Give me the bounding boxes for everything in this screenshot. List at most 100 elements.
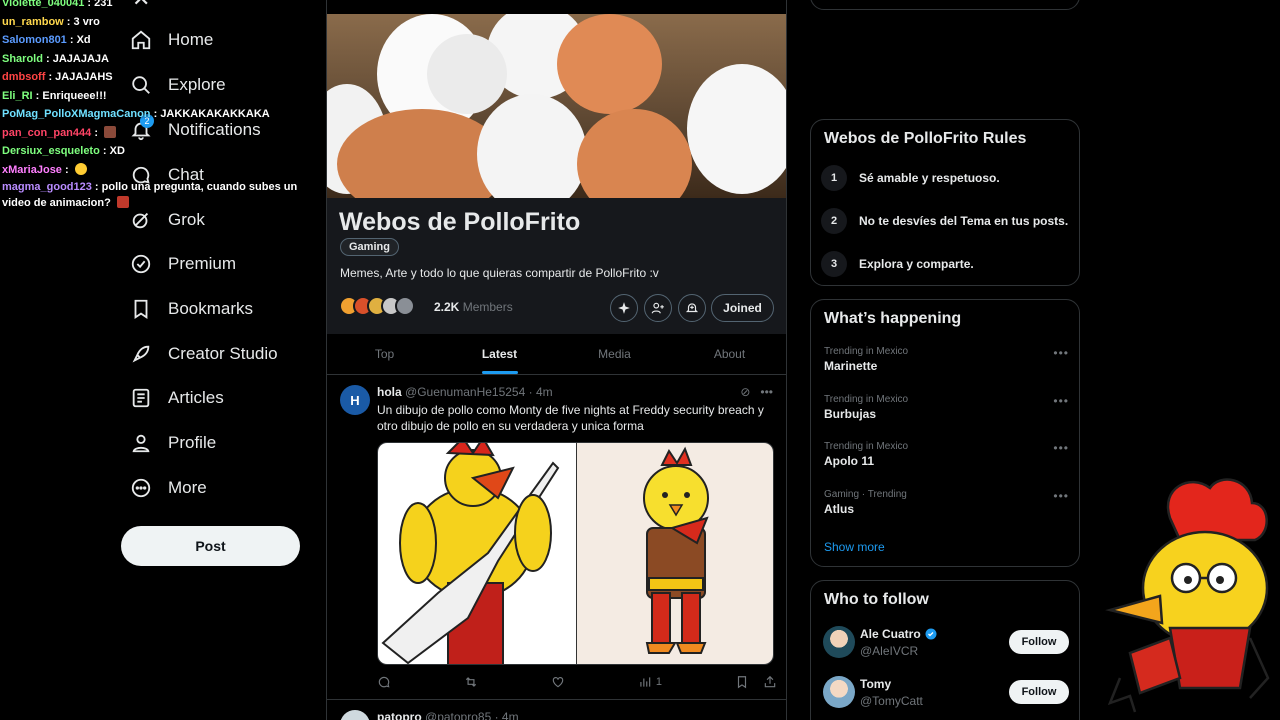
chat-message: PoMag_PolloXMagmaCanon : JAKKAKAKAKKAKA bbox=[2, 108, 270, 120]
share-icon[interactable] bbox=[763, 675, 777, 689]
tweet-author-name[interactable]: hola bbox=[377, 385, 402, 399]
follow-button[interactable]: Follow bbox=[1009, 680, 1069, 704]
tab-media[interactable]: Media bbox=[557, 334, 672, 374]
avatar bbox=[395, 296, 415, 316]
community-header: Webos de PolloFrito Gaming Memes, Arte y… bbox=[327, 198, 786, 334]
bookmark-icon[interactable] bbox=[735, 675, 749, 689]
member-avatars[interactable] bbox=[339, 296, 415, 316]
tweet-handle-time[interactable]: @patopro85 · 4m bbox=[425, 710, 519, 720]
search-box-remnant bbox=[810, 0, 1080, 10]
chat-text: Enriqueee!!! bbox=[42, 89, 107, 102]
more-circle-icon bbox=[131, 478, 151, 498]
trend-item[interactable]: Trending in Mexico Burbujas ••• bbox=[824, 394, 1069, 421]
nav-more[interactable]: More bbox=[120, 468, 207, 508]
like-button[interactable] bbox=[551, 675, 565, 689]
tweet-text: Un dibujo de pollo como Monty de five ni… bbox=[377, 403, 764, 433]
reply-button[interactable] bbox=[377, 675, 391, 689]
chat-message: Dersiux_esqueleto : XD bbox=[2, 145, 125, 157]
article-icon bbox=[132, 388, 150, 408]
more-icon[interactable]: ••• bbox=[760, 385, 773, 399]
rocket-icon bbox=[132, 345, 150, 363]
whats-happening-panel: What’s happening Trending in Mexico Mari… bbox=[810, 299, 1080, 567]
tweet-handle-time[interactable]: @GuenumanHe15254 · 4m bbox=[405, 385, 553, 399]
tweet[interactable]: H hola @GuenumanHe15254 · 4m ⊘ ••• Un di… bbox=[327, 375, 786, 700]
person-icon bbox=[132, 434, 150, 453]
more-icon[interactable]: ••• bbox=[1053, 441, 1069, 455]
tweet[interactable]: patopro @patopro85 · 4m bbox=[327, 700, 786, 720]
rule-number: 3 bbox=[821, 251, 847, 277]
tab-about[interactable]: About bbox=[672, 334, 786, 374]
bell-plus-icon bbox=[685, 303, 699, 313]
views-button[interactable]: 1 bbox=[638, 675, 662, 689]
tab-top[interactable]: Top bbox=[327, 334, 442, 374]
chat-user: un_rambow bbox=[2, 15, 64, 28]
chat-user: PoMag_PolloXMagmaCanon bbox=[2, 108, 151, 120]
grok-icon[interactable]: ⊘ bbox=[740, 385, 750, 399]
follow-suggestion[interactable]: Ale Cuatro @AleIVCR Follow bbox=[823, 626, 1069, 660]
who-to-follow-title: Who to follow bbox=[824, 591, 929, 608]
tweet-image[interactable] bbox=[378, 443, 576, 664]
follow-user-name: Ale Cuatro bbox=[860, 627, 937, 641]
chicken-drawing bbox=[643, 446, 709, 654]
reply-icon bbox=[378, 676, 390, 688]
premium-badge-icon bbox=[131, 254, 151, 274]
stream-chat-overlay: Violette_040041 : 231 un_rambow : 3 vro … bbox=[2, 0, 332, 211]
tab-latest[interactable]: Latest bbox=[442, 334, 557, 374]
community-description: Memes, Arte y todo lo que quieras compar… bbox=[340, 266, 659, 280]
rules-title: Webos de PolloFrito Rules bbox=[824, 130, 1027, 147]
chicken-mascot-overlay bbox=[1105, 478, 1270, 713]
nav-creator-studio[interactable]: Creator Studio bbox=[120, 334, 278, 374]
rule-item: 1 Sé amable y respetuoso. bbox=[821, 165, 1000, 191]
avatar[interactable]: H bbox=[340, 385, 370, 415]
more-icon[interactable]: ••• bbox=[1053, 346, 1069, 360]
chat-message: Salomon801 : Xd bbox=[2, 34, 91, 46]
follow-name-text: Tomy bbox=[860, 677, 892, 691]
trend-item[interactable]: Gaming · Trending Atlus ••• bbox=[824, 489, 1069, 516]
members-count[interactable]: 2.2K Members bbox=[434, 300, 513, 314]
trend-item[interactable]: Trending in Mexico Apolo 11 ••• bbox=[824, 441, 1069, 468]
nav-articles[interactable]: Articles bbox=[120, 378, 224, 418]
main-column: Webos de PolloFrito Gaming Memes, Arte y… bbox=[326, 0, 787, 720]
community-category-tag[interactable]: Gaming bbox=[340, 238, 399, 256]
post-button[interactable]: Post bbox=[121, 526, 300, 566]
emote-icon bbox=[116, 196, 129, 208]
tweet-header: patopro @patopro85 · 4m bbox=[377, 710, 519, 720]
trend-name: Apolo 11 bbox=[824, 454, 875, 468]
more-icon[interactable]: ••• bbox=[1053, 394, 1069, 408]
rule-number: 2 bbox=[821, 208, 847, 234]
nav-bookmarks[interactable]: Bookmarks bbox=[120, 289, 253, 329]
avatar[interactable] bbox=[823, 676, 855, 708]
avatar[interactable] bbox=[340, 710, 370, 720]
rule-number: 1 bbox=[821, 165, 847, 191]
retweet-button[interactable] bbox=[464, 675, 478, 689]
rule-item: 3 Explora y comparte. bbox=[821, 251, 974, 277]
nav-premium[interactable]: Premium bbox=[120, 244, 236, 284]
chat-user: Dersiux_esqueleto bbox=[2, 145, 100, 157]
joined-button[interactable]: Joined bbox=[711, 294, 774, 322]
follow-button[interactable]: Follow bbox=[1009, 630, 1069, 654]
trend-item[interactable]: Trending in Mexico Marinette ••• bbox=[824, 346, 1069, 373]
more-icon[interactable]: ••• bbox=[1053, 489, 1069, 503]
trend-name: Burbujas bbox=[824, 407, 877, 421]
chat-message: un_rambow : 3 vro bbox=[2, 15, 100, 28]
members-label: Members bbox=[462, 300, 513, 314]
community-rules-panel: Webos de PolloFrito Rules 1 Sé amable y r… bbox=[810, 119, 1080, 286]
tweet-image[interactable] bbox=[576, 443, 773, 664]
nav-label: Grok bbox=[168, 210, 205, 229]
chat-message: pan_con_pan444 : bbox=[2, 124, 332, 143]
grok-icon bbox=[132, 212, 149, 229]
tweet-author-name[interactable]: patopro bbox=[377, 710, 422, 720]
trend-context: Trending in Mexico bbox=[824, 346, 909, 357]
notify-button[interactable] bbox=[678, 294, 706, 322]
show-more-link[interactable]: Show more bbox=[824, 540, 885, 554]
chat-user: Sharold bbox=[2, 52, 43, 65]
follow-suggestion[interactable]: Tomy @TomyCatt Follow bbox=[823, 676, 1069, 710]
avatar[interactable] bbox=[823, 626, 855, 658]
nav-profile[interactable]: Profile bbox=[120, 423, 216, 463]
chat-message: xMariaJose : bbox=[2, 161, 332, 180]
chat-text: 3 vro bbox=[73, 15, 100, 28]
invite-member-button[interactable] bbox=[644, 294, 672, 322]
sparkle-button[interactable] bbox=[610, 294, 638, 322]
heart-icon bbox=[552, 677, 564, 688]
tweet-media[interactable] bbox=[377, 442, 774, 665]
